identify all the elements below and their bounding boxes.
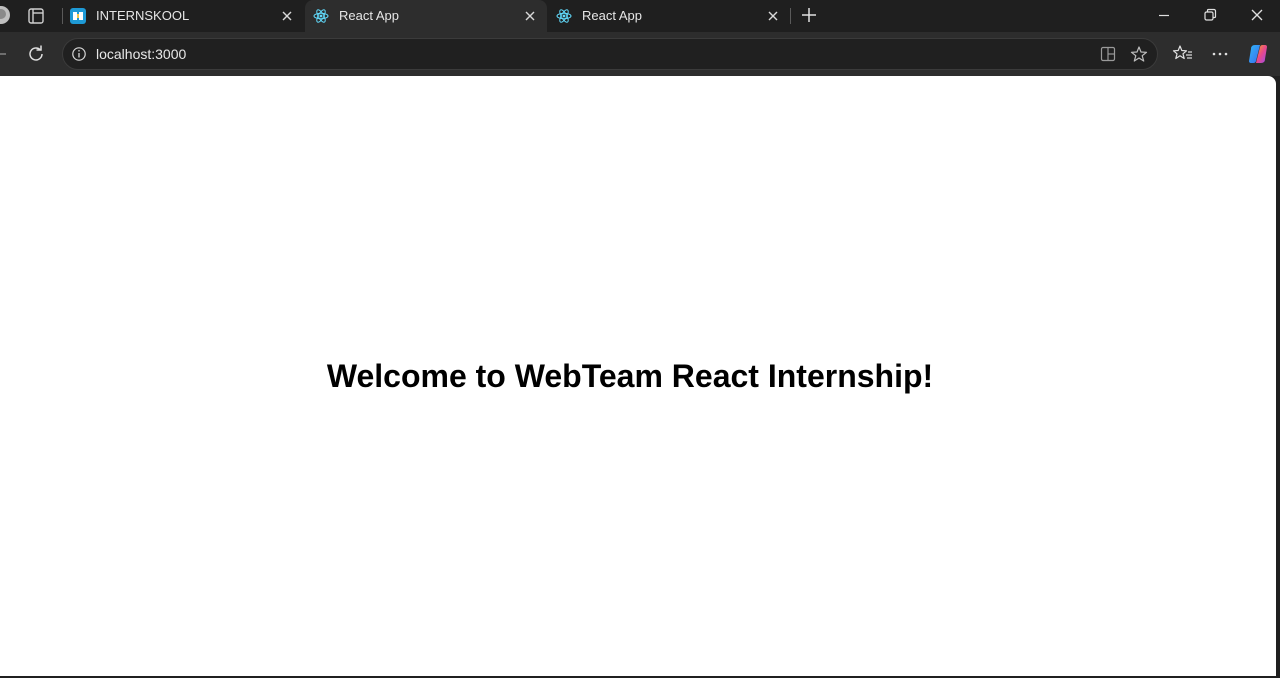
tab-strip: INTERNSKOOL React App React App [0, 0, 1280, 32]
minimize-icon[interactable] [1155, 6, 1173, 24]
more-options-icon[interactable] [1209, 43, 1231, 65]
close-tab-icon[interactable] [280, 9, 294, 23]
browser-window: INTERNSKOOL React App React App localhos… [0, 0, 1280, 678]
browser-toolbar: localhost:3000 [0, 32, 1280, 76]
tab-internskool[interactable]: INTERNSKOOL [62, 0, 304, 32]
page-heading: Welcome to WebTeam React Internship! [326, 358, 934, 394]
tab-react-app-active[interactable]: React App [305, 0, 547, 32]
tab-title: INTERNSKOOL [96, 8, 190, 23]
favorite-star-icon[interactable] [1130, 45, 1148, 63]
page-viewport: Welcome to WebTeam React Internship! [0, 76, 1276, 676]
tab-separator [790, 8, 791, 24]
tab-title: React App [339, 8, 399, 23]
internskool-favicon-icon [70, 8, 86, 24]
react-favicon-icon [313, 8, 329, 24]
address-bar[interactable]: localhost:3000 [62, 38, 1158, 70]
tab-actions-icon[interactable] [26, 6, 46, 26]
react-favicon-icon [556, 8, 572, 24]
close-window-icon[interactable] [1248, 6, 1266, 24]
close-tab-icon[interactable] [766, 9, 780, 23]
new-tab-icon[interactable] [800, 6, 818, 24]
split-screen-icon[interactable] [1099, 45, 1117, 63]
close-tab-icon[interactable] [523, 9, 537, 23]
back-icon[interactable] [0, 43, 10, 65]
favorites-list-icon[interactable] [1172, 43, 1194, 65]
restore-icon[interactable] [1201, 6, 1219, 24]
tab-title: React App [582, 8, 642, 23]
copilot-icon[interactable] [1247, 43, 1269, 65]
profile-avatar[interactable] [0, 6, 10, 24]
tab-react-app[interactable]: React App [548, 0, 790, 32]
site-info-icon[interactable] [71, 46, 87, 62]
address-url[interactable]: localhost:3000 [96, 46, 186, 62]
refresh-icon[interactable] [25, 43, 47, 65]
